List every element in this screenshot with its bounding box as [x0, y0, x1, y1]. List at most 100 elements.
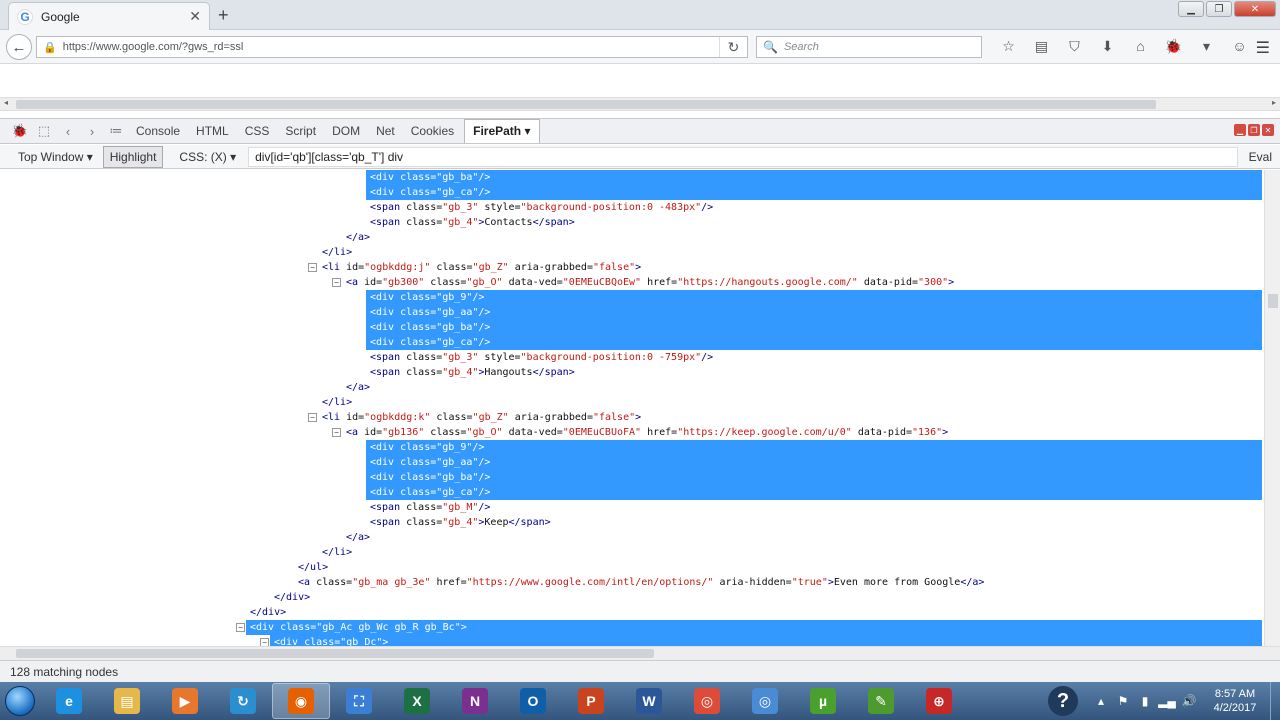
download-icon[interactable]: ⬇ [1091, 38, 1124, 55]
code-line[interactable]: <span class="gb_3" style="background-pos… [366, 350, 1262, 365]
taskbar-app-chrome[interactable]: ◎ [678, 683, 736, 719]
help-icon[interactable]: ? [1048, 686, 1078, 716]
command-line-icon[interactable]: ≔ [104, 123, 128, 139]
home-icon[interactable]: ⌂ [1124, 38, 1157, 55]
bookmark-star-icon[interactable]: ☆ [992, 38, 1025, 55]
code-line[interactable]: <div class="gb_aa"/> [366, 305, 1262, 320]
taskbar-app-word[interactable]: W [620, 683, 678, 719]
back-button[interactable]: ← [6, 34, 32, 60]
code-line[interactable]: <div class="gb_ba"/> [366, 470, 1262, 485]
tab-firepath[interactable]: FirePath ▾ [464, 119, 540, 143]
taskbar-app-powerpoint[interactable]: P [562, 683, 620, 719]
code-line[interactable]: <div class="gb_aa"/> [366, 455, 1262, 470]
code-line[interactable]: <div class="gb_ca"/> [366, 185, 1262, 200]
code-line[interactable]: </a> [342, 380, 1262, 395]
collapse-toggle-icon[interactable]: − [260, 638, 269, 646]
collapse-toggle-icon[interactable]: − [236, 623, 245, 632]
code-line[interactable]: </div> [246, 605, 1262, 620]
taskbar-app-media[interactable]: ▶ [156, 683, 214, 719]
minimize-button[interactable]: ▁ [1178, 1, 1204, 17]
taskbar-app-explorer[interactable]: ▤ [98, 683, 156, 719]
show-desktop-button[interactable] [1270, 682, 1280, 720]
collapse-toggle-icon[interactable]: − [332, 428, 341, 437]
code-line[interactable]: <div class="gb_Dc"> [270, 635, 1262, 646]
start-button[interactable] [0, 682, 40, 720]
collapse-toggle-icon[interactable]: − [308, 413, 317, 422]
pocket-icon[interactable]: ⛉ [1058, 38, 1091, 55]
code-line[interactable]: <div class="gb_9"/> [366, 440, 1262, 455]
code-line[interactable]: </li> [318, 395, 1262, 410]
vertical-scrollbar-thumb[interactable] [1268, 294, 1278, 308]
close-window-button[interactable]: ✕ [1234, 1, 1276, 17]
chevron-down-icon[interactable]: ▾ [1190, 38, 1223, 55]
code-line[interactable]: <span class="gb_4">Hangouts</span> [366, 365, 1262, 380]
tab-dom[interactable]: DOM [324, 124, 368, 138]
code-line[interactable]: <div class="gb_ba"/> [366, 170, 1262, 185]
taskbar-app-network[interactable]: ⊕ [910, 683, 968, 719]
code-line[interactable]: <li id="ogbkddg:k" class="gb_Z" aria-gra… [318, 410, 1262, 425]
firebug-menu-icon[interactable]: 🐞 [8, 123, 32, 139]
url-text[interactable]: https://www.google.com/?gws_rd=ssl [63, 41, 719, 53]
taskbar-app-utorrent[interactable]: µ [794, 683, 852, 719]
firebug-detach-button[interactable]: ❐ [1248, 124, 1260, 136]
collapse-toggle-icon[interactable]: − [332, 278, 341, 287]
taskbar-app-firefox[interactable]: ◉ [272, 683, 330, 719]
firebug-icon[interactable]: 🐞 [1157, 38, 1190, 55]
tab-cookies[interactable]: Cookies [403, 124, 462, 138]
tab-net[interactable]: Net [368, 124, 403, 138]
tab-css[interactable]: CSS [237, 124, 278, 138]
code-line[interactable]: <span class="gb_M"/> [366, 500, 1262, 515]
volume-icon[interactable]: 🔊 [1178, 694, 1200, 708]
close-tab-icon[interactable]: ✕ [189, 8, 201, 25]
taskbar-app-onenote[interactable]: N [446, 683, 504, 719]
reload-icon[interactable]: ↻ [719, 37, 747, 57]
code-line[interactable]: <div class="gb_ca"/> [366, 335, 1262, 350]
code-line[interactable]: </div> [270, 590, 1262, 605]
next-icon[interactable]: › [80, 124, 104, 139]
taskbar-app-chrome2[interactable]: ◎ [736, 683, 794, 719]
maximize-button[interactable]: ❐ [1206, 1, 1232, 17]
new-tab-button[interactable]: + [218, 5, 229, 26]
code-line[interactable]: </a> [342, 530, 1262, 545]
page-horizontal-scrollbar[interactable]: ◂ ▸ [0, 97, 1280, 111]
horizontal-scrollbar-thumb[interactable] [16, 649, 654, 658]
scrollbar-thumb[interactable] [16, 100, 1156, 109]
scroll-right-icon[interactable]: ▸ [1272, 98, 1276, 107]
tab-google[interactable]: G Google ✕ [8, 2, 210, 30]
prev-icon[interactable]: ‹ [56, 124, 80, 139]
tab-console[interactable]: Console [128, 124, 188, 138]
taskbar-app-ie[interactable]: e [40, 683, 98, 719]
code-line[interactable]: </li> [318, 545, 1262, 560]
scroll-left-icon[interactable]: ◂ [4, 98, 8, 107]
highlight-button[interactable]: Highlight [102, 145, 164, 168]
code-line[interactable]: <li id="ogbkddg:j" class="gb_Z" aria-gra… [318, 260, 1262, 275]
code-vertical-scrollbar[interactable] [1264, 170, 1280, 646]
selector-mode-dropdown[interactable]: CSS: (X) ▾ [163, 150, 244, 164]
hamburger-menu-icon[interactable]: ☰ [1256, 38, 1270, 58]
code-line[interactable]: </a> [342, 230, 1262, 245]
css-expression-input[interactable]: div[id='qb'][class='qb_T'] div [248, 146, 1239, 167]
firebug-close-button[interactable]: ✕ [1262, 124, 1274, 136]
code-horizontal-scrollbar[interactable] [0, 646, 1280, 660]
code-line[interactable]: </li> [318, 245, 1262, 260]
code-line[interactable]: <div class="gb_ca"/> [366, 485, 1262, 500]
code-line[interactable]: <span class="gb_4">Keep</span> [366, 515, 1262, 530]
html-tree-view[interactable]: <div class="gb_ba"/> <div class="gb_ca"/>… [0, 170, 1264, 646]
taskbar-app-excel[interactable]: X [388, 683, 446, 719]
url-bar[interactable]: 🔒 https://www.google.com/?gws_rd=ssl ↻ [36, 36, 748, 58]
clock[interactable]: 8:57 AM 4/2/2017 [1200, 687, 1270, 715]
network-icon[interactable]: ▂▄ [1156, 694, 1178, 708]
code-line[interactable]: <a class="gb_ma gb_3e" href="https://www… [294, 575, 1262, 590]
inspect-icon[interactable]: ⬚ [32, 123, 56, 139]
search-input[interactable]: 🔍 Search [756, 36, 982, 58]
reading-list-icon[interactable]: ▤ [1025, 38, 1058, 55]
code-line[interactable]: <a id="gb300" class="gb_O" data-ved="0EM… [342, 275, 1262, 290]
code-line[interactable]: <a id="gb136" class="gb_O" data-ved="0EM… [342, 425, 1262, 440]
window-select[interactable]: Top Window ▾ [0, 150, 103, 164]
taskbar-app-snip[interactable]: ⛶ [330, 683, 388, 719]
tray-expand-icon[interactable]: ▴ [1090, 694, 1112, 708]
code-line[interactable]: </ul> [294, 560, 1262, 575]
power-icon[interactable]: ▮ [1134, 694, 1156, 708]
tab-script[interactable]: Script [277, 124, 324, 138]
tab-html[interactable]: HTML [188, 124, 237, 138]
